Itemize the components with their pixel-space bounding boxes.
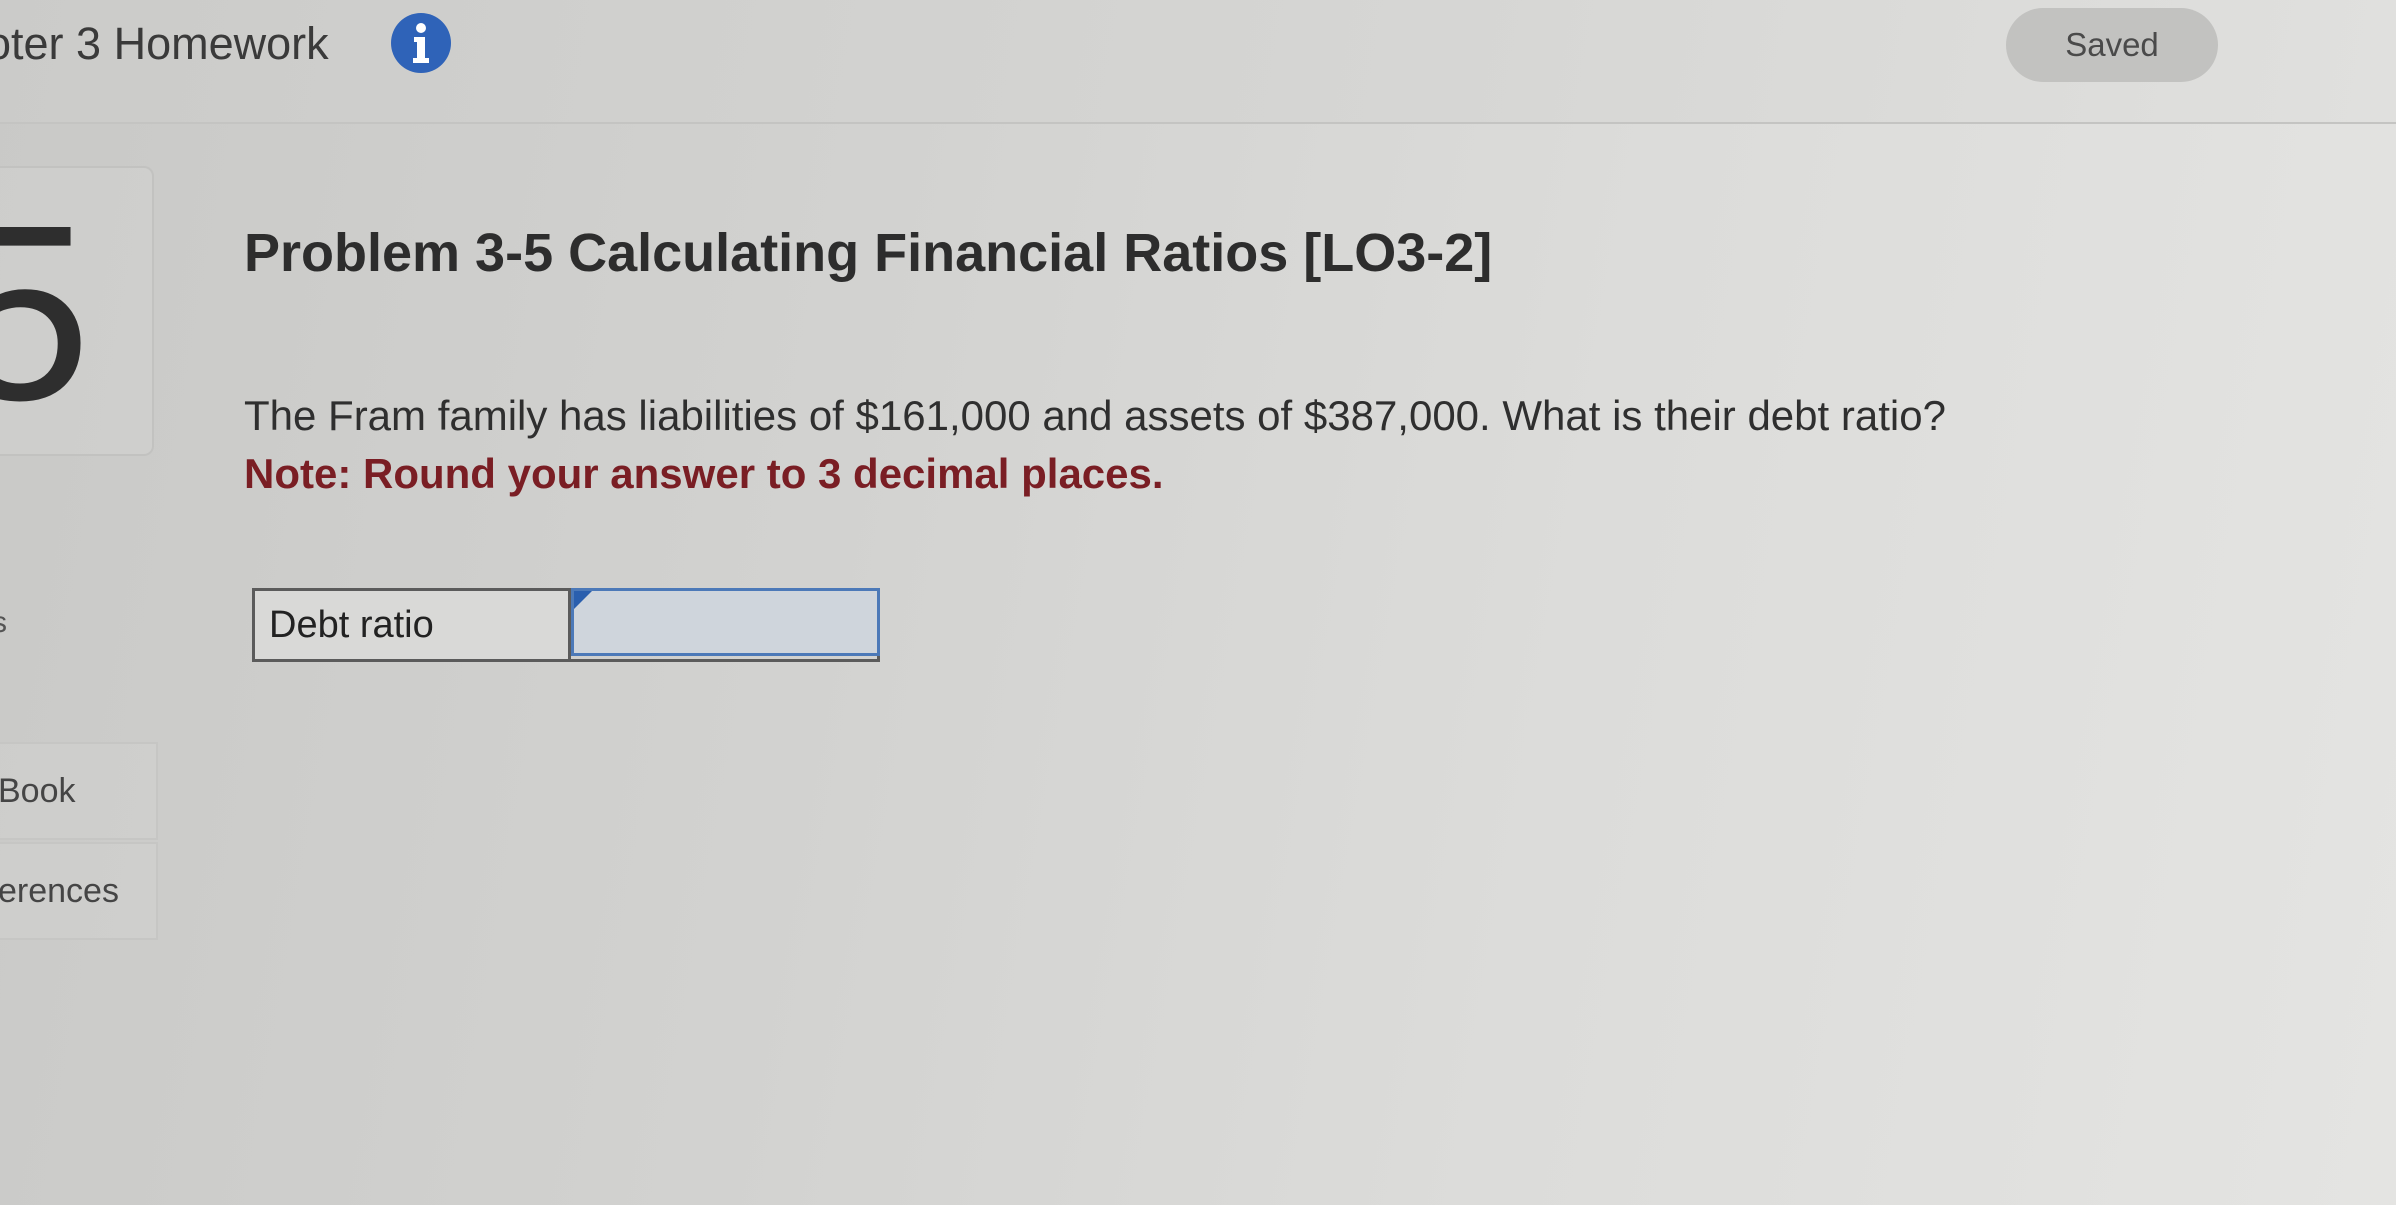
debt-ratio-input[interactable] [574,591,877,653]
debt-ratio-input-cell[interactable] [571,588,880,656]
saved-status-badge: Saved [2006,8,2218,82]
header-bar: oter 3 Homework Saved [0,0,2396,124]
problem-text: The Fram family has liabilities of $161,… [244,392,1946,439]
question-number: 5 [0,173,92,452]
info-icon[interactable] [390,12,452,74]
points-label: s [0,606,7,640]
assignment-title: oter 3 Homework [0,18,329,69]
ebook-link[interactable]: Book [0,742,158,840]
problem-title: Problem 3-5 Calculating Financial Ratios… [244,223,1493,283]
side-links: Book erences [0,742,158,942]
debt-ratio-label: Debt ratio [255,591,571,659]
references-link[interactable]: erences [0,842,158,940]
answer-table: Debt ratio [252,588,880,662]
input-flag-icon [574,591,592,609]
problem-note: Note: Round your answer to 3 decimal pla… [244,450,1164,497]
